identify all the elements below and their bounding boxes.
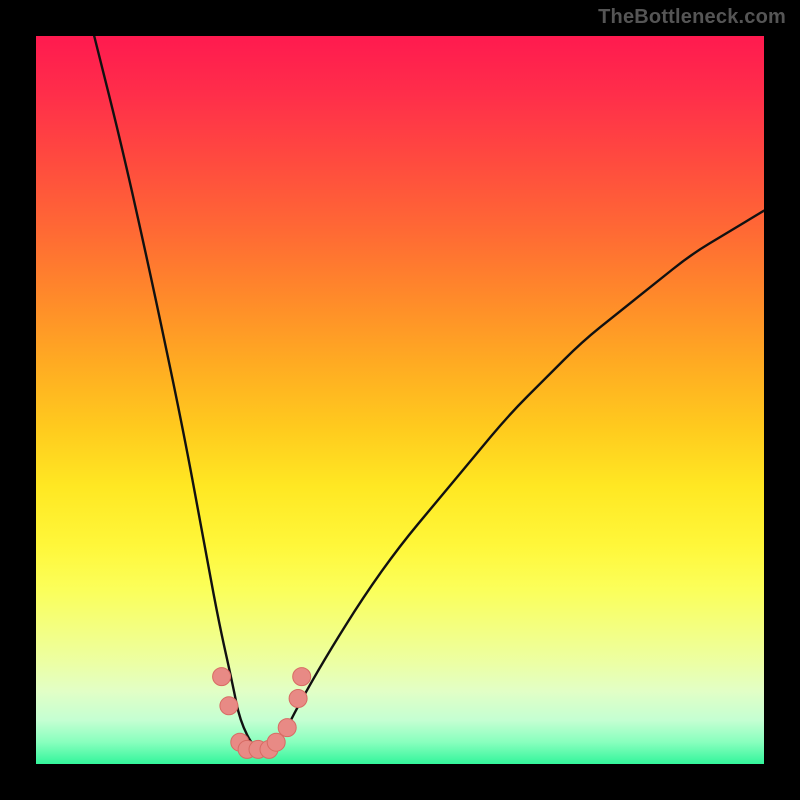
curve-marker [289, 690, 307, 708]
curve-layer [36, 36, 764, 764]
curve-marker [293, 668, 311, 686]
curve-marker [213, 668, 231, 686]
watermark-text: TheBottleneck.com [598, 6, 786, 29]
plot-area [36, 36, 764, 764]
chart-frame: TheBottleneck.com [0, 0, 800, 800]
curve-marker [278, 719, 296, 737]
marker-group [213, 668, 311, 759]
curve-marker [220, 697, 238, 715]
curve-marker [267, 733, 285, 751]
bottleneck-curve [94, 36, 764, 749]
